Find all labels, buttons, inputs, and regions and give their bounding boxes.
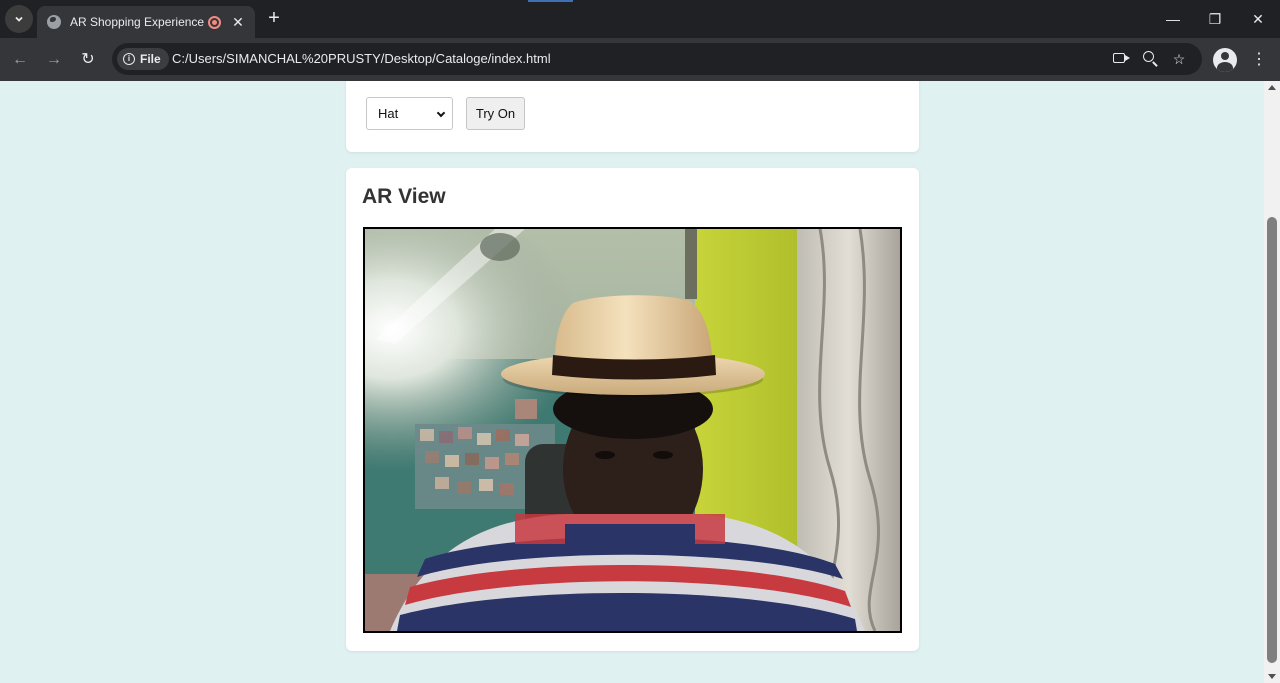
tab-title: AR Shopping Experience xyxy=(70,15,205,29)
url-text[interactable]: C:/Users/SIMANCHAL%20PRUSTY/Desktop/Cata… xyxy=(172,51,551,66)
info-icon: i xyxy=(123,53,135,65)
scroll-down-arrow-icon[interactable] xyxy=(1268,674,1276,679)
profile-icon[interactable] xyxy=(1213,48,1237,72)
page-scrollbar[interactable] xyxy=(1264,81,1280,683)
ar-view-card: AR View xyxy=(346,168,919,651)
minimize-icon[interactable]: — xyxy=(1158,8,1188,30)
browser-toolbar: ← → ↻ i File C:/Users/SIMANCHAL%20PRUSTY… xyxy=(0,38,1280,81)
tab-strip: AR Shopping Experience ✕ + — ❐ ✕ xyxy=(0,0,1280,38)
site-info-chip[interactable]: i File xyxy=(117,48,169,70)
address-bar[interactable]: i File C:/Users/SIMANCHAL%20PRUSTY/Deskt… xyxy=(112,43,1202,75)
page-viewport: Hat Try On AR View xyxy=(0,81,1264,683)
recording-icon xyxy=(208,15,221,29)
tab-strip-indicator xyxy=(528,0,573,2)
scrollbar-thumb[interactable] xyxy=(1267,217,1277,663)
scroll-up-arrow-icon[interactable] xyxy=(1268,85,1276,90)
zoom-icon[interactable] xyxy=(1143,51,1154,62)
globe-icon xyxy=(47,15,61,29)
product-select[interactable]: Hat xyxy=(366,97,453,130)
catalogue-controls-card: Hat Try On xyxy=(346,81,919,152)
kebab-menu-icon[interactable]: ⋮ xyxy=(1249,48,1269,72)
tab-search-button[interactable] xyxy=(5,5,33,33)
chevron-down-icon xyxy=(15,16,23,22)
chevron-down-icon xyxy=(436,108,446,118)
forward-arrow-icon[interactable]: → xyxy=(42,48,66,72)
close-icon[interactable]: ✕ xyxy=(231,14,245,31)
back-arrow-icon[interactable]: ← xyxy=(8,48,32,72)
camera-feed-image xyxy=(365,229,900,631)
camera-icon[interactable] xyxy=(1113,53,1130,63)
plus-icon[interactable]: + xyxy=(262,8,286,30)
browser-tab[interactable]: AR Shopping Experience ✕ xyxy=(37,6,255,38)
try-on-button[interactable]: Try On xyxy=(466,97,525,130)
site-info-label: File xyxy=(140,52,161,66)
ar-view-title: AR View xyxy=(362,185,446,208)
restore-icon[interactable]: ❐ xyxy=(1200,8,1230,30)
close-window-icon[interactable]: ✕ xyxy=(1243,8,1273,30)
product-select-value: Hat xyxy=(378,106,399,121)
star-icon[interactable]: ☆ xyxy=(1169,49,1189,69)
ar-camera-feed xyxy=(363,227,902,633)
reload-icon[interactable]: ↻ xyxy=(76,48,100,72)
